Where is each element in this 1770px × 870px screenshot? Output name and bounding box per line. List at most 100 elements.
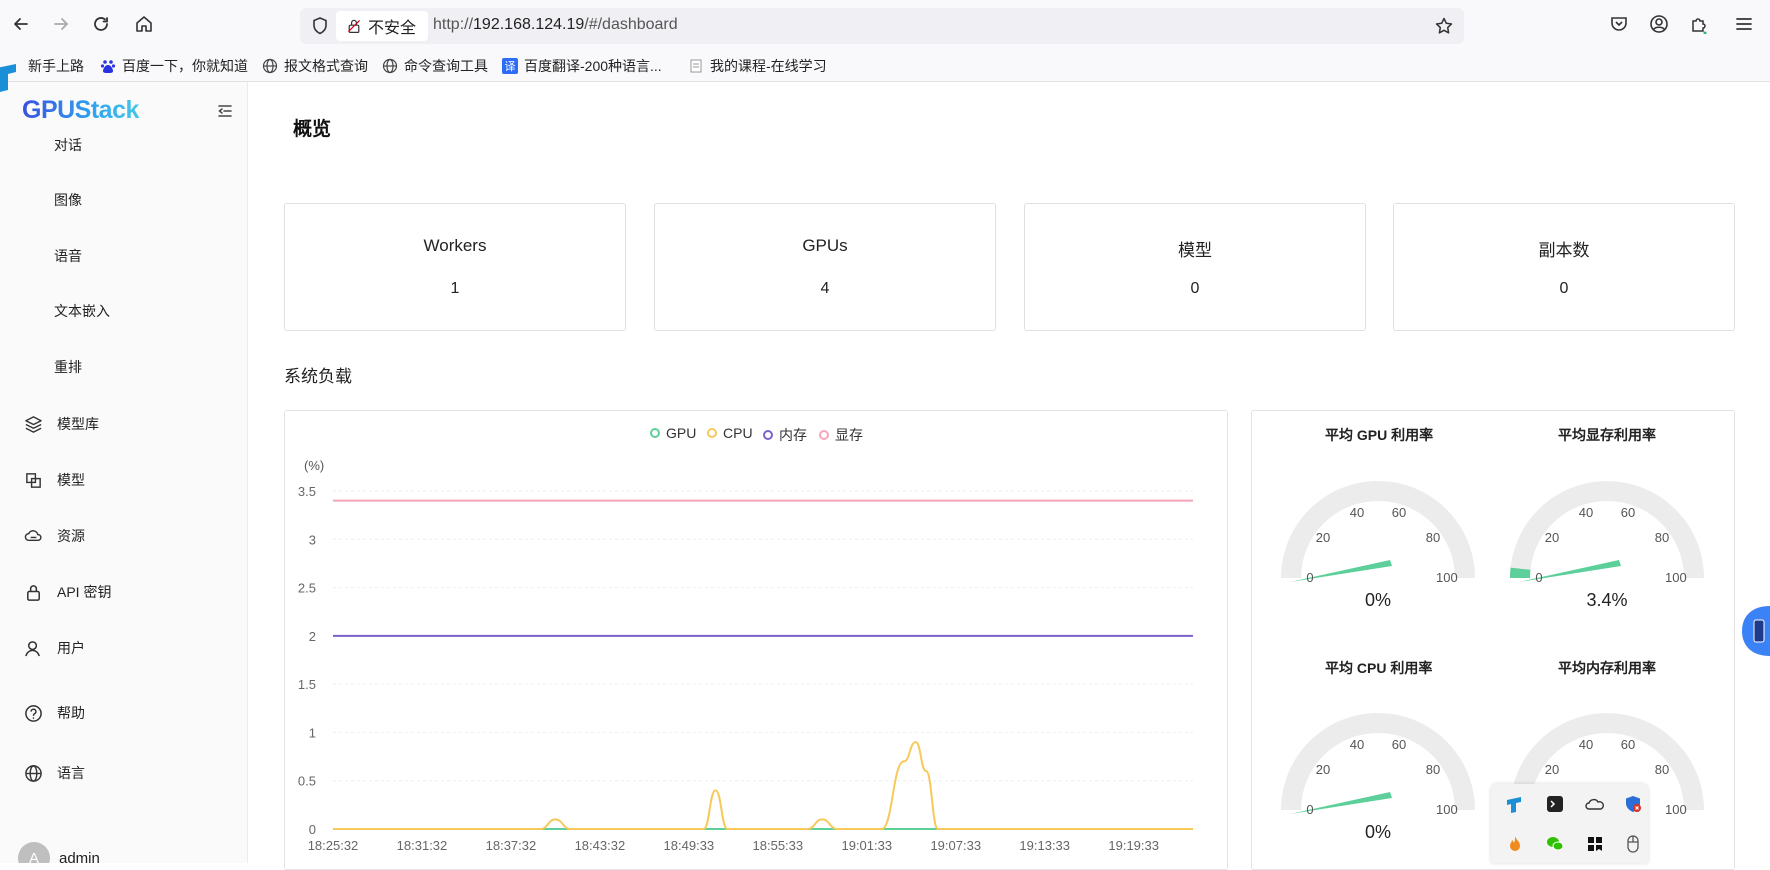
legend-dot [763,430,773,440]
floating-app-icon[interactable] [0,62,22,92]
floating-assistant-icon[interactable] [1742,606,1770,656]
security-label: 不安全 [368,20,417,37]
gauge-value: 0% [1364,822,1391,842]
url-text[interactable]: http://192.168.124.19/#/dashboard [433,16,678,34]
gauge-tick-label: 60 [1620,505,1636,521]
gauge-value: 0% [1364,590,1391,610]
security-indicator[interactable]: 不安全 [336,11,428,41]
back-button[interactable] [8,11,34,37]
username[interactable]: admin [59,850,100,863]
gauge-tick-label: 60 [1620,737,1636,753]
legend-item-vram[interactable]: 显存 [819,425,863,445]
extensions-icon[interactable] [1689,14,1709,34]
app-tray-icon[interactable] [1505,794,1525,814]
bookmark-item[interactable]: 新手上路 [28,56,84,76]
gauge-tick-label: 0 [1306,570,1314,585]
flame-tray-icon[interactable] [1505,834,1525,854]
menu-icon[interactable] [1734,14,1754,34]
url-prefix: http:// [433,16,474,33]
gauge-tick-label: 100 [1436,570,1458,585]
home-button[interactable] [131,11,157,37]
gauge-title: 平均 CPU 利用率 [1325,660,1433,676]
sidebar-item-users[interactable]: 用户 [24,638,85,658]
bookmark-item[interactable]: 命令查询工具 [382,56,488,76]
pocket-icon[interactable] [1609,14,1629,34]
system-tray-popup [1491,784,1648,863]
gauge-tick-label: 40 [1578,505,1594,521]
gauge-tick-label: 80 [1425,530,1441,546]
insecure-lock-icon [347,19,361,33]
gauge-tick-label: 100 [1436,802,1458,817]
legend-dot [650,428,660,438]
bookmarks-bar: 新手上路 百度一下，你就知道 报文格式查询 命令查询工具 译 百度翻译-200种… [0,48,1770,82]
legend-dot [819,430,829,440]
sidebar-item-image[interactable]: 图像 [54,190,82,210]
reload-icon [94,17,108,31]
collapse-sidebar-icon[interactable] [216,102,234,120]
translate-icon: 译 [502,58,518,74]
browser-toolbar: 不安全 http://192.168.124.19/#/dashboard [0,0,1770,48]
security-alert-icon[interactable] [1623,794,1643,814]
bookmark-item[interactable]: 百度一下，你就知道 [100,56,248,76]
globe-icon [262,58,278,74]
sidebar-item-chat[interactable]: 对话 [54,135,82,155]
document-icon [688,58,704,74]
bookmark-label: 报文格式查询 [284,58,368,74]
bookmark-item[interactable]: 报文格式查询 [262,56,368,76]
sidebar: GPUStack 对话 图像 语音 文本嵌入 重排 模型库 模型 资源 API … [0,82,248,863]
sidebar-item-model-catalog[interactable]: 模型库 [24,414,99,434]
forward-button[interactable] [48,11,74,37]
gauge-tick-label: 60 [1391,505,1407,521]
app-logo[interactable]: GPUStack [22,96,139,125]
bookmark-star-icon[interactable] [1434,16,1454,36]
help-icon [25,704,42,722]
bookmark-label: 我的课程-在线学习 [710,58,827,74]
legend-dot [707,428,717,438]
account-icon[interactable] [1649,14,1669,34]
sidebar-item-speech[interactable]: 语音 [54,246,82,266]
wechat-icon[interactable] [1545,834,1565,854]
avatar[interactable]: A [18,842,50,863]
legend-item-gpu[interactable]: GPU [650,425,696,441]
terminal-tray-icon[interactable] [1545,794,1565,814]
onedrive-icon[interactable] [1585,794,1605,814]
home-icon [136,16,152,32]
section-title: 系统负载 [284,367,352,386]
globe-icon [25,764,42,782]
sidebar-item-label: 模型 [57,472,85,488]
gauge-tick-label: 0 [1535,570,1543,585]
gauge-tick-label: 80 [1425,762,1441,778]
reload-button[interactable] [88,11,114,37]
mouse-tray-icon[interactable] [1623,834,1643,854]
gauge-title: 平均内存利用率 [1558,660,1656,676]
bookmark-item[interactable]: 译 百度翻译-200种语言... [502,56,662,76]
stat-label: 副本数 [1538,241,1590,260]
sidebar-item-label: 用户 [57,640,85,656]
sidebar-item-help[interactable]: 帮助 [24,703,85,723]
sidebar-item-label: 语言 [57,765,85,781]
gauge-tick-label: 20 [1315,530,1331,546]
bookmark-tray-icon[interactable] [1585,834,1605,854]
shield-icon[interactable] [310,16,330,36]
address-bar[interactable]: 不安全 http://192.168.124.19/#/dashboard [300,8,1464,44]
bookmark-label: 百度一下，你就知道 [122,58,248,74]
sidebar-item-embedding[interactable]: 文本嵌入 [54,301,110,321]
url-host: 192.168.124.19 [473,16,585,33]
stat-value: 4 [820,280,830,297]
legend-item-memory[interactable]: 内存 [763,425,807,445]
gauge-tick-label: 40 [1349,737,1365,753]
sidebar-item-language[interactable]: 语言 [24,763,85,783]
cloud-resource-icon [24,529,42,541]
legend-item-cpu[interactable]: CPU [707,425,753,441]
stat-label: GPUs [802,236,848,255]
stat-card-models: 模型 0 [1024,203,1366,331]
layers-icon [25,415,42,433]
sidebar-item-models[interactable]: 模型 [24,470,85,490]
sidebar-item-rerank[interactable]: 重排 [54,357,82,377]
baidu-icon [100,58,116,74]
bookmark-item[interactable]: 我的课程-在线学习 [688,56,827,76]
sidebar-item-api-keys[interactable]: API 密钥 [24,582,111,602]
sidebar-item-label: API 密钥 [57,584,112,600]
back-arrow-icon [14,18,28,30]
sidebar-item-resources[interactable]: 资源 [24,526,85,546]
